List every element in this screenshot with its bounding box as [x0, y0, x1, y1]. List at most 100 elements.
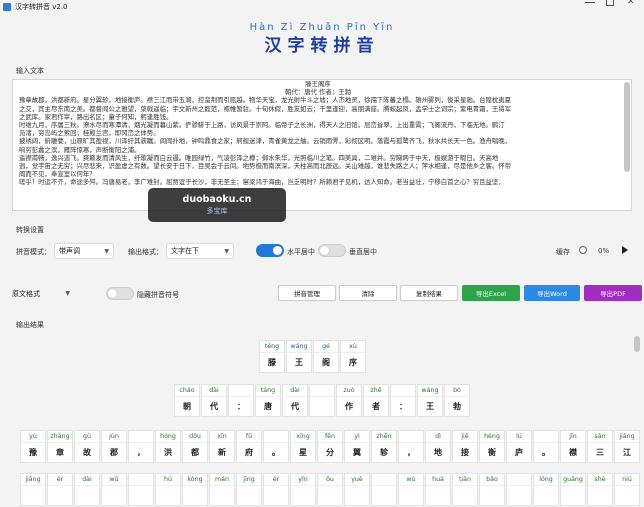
export-pdf-button[interactable]: 导出PDF: [584, 285, 642, 301]
minimize-button[interactable]: [585, 2, 595, 3]
pinyin-text: wǔ: [102, 474, 126, 486]
copy-result-button[interactable]: 复制结果: [400, 285, 458, 301]
hanzi-text: 江: [623, 448, 631, 457]
pinyin-text: shè: [588, 474, 612, 486]
output-row: téng 滕 wáng 王 gé 阁 xù 序: [259, 340, 367, 374]
pinyin-text: cháo: [175, 385, 199, 397]
pinyin-cell: ér: [47, 473, 73, 506]
pinyin-cell: jiāng 江: [614, 430, 640, 463]
pinyin-cell: wǔ: [101, 473, 127, 506]
pinyin-cell: jùn 郡: [101, 430, 127, 463]
hide-pinyin-toggle[interactable]: [106, 287, 134, 300]
pinyin-cell: guāng: [560, 473, 586, 506]
hanzi-text: 新: [218, 448, 226, 457]
pinyin-text: dài: [75, 474, 99, 486]
pinyin-cell: jīn 襟: [560, 430, 586, 463]
h-center-toggle[interactable]: [256, 244, 284, 257]
hanzi-text: 都: [191, 448, 199, 457]
export-word-button[interactable]: 导出Word: [524, 285, 580, 301]
pinyin-text: fēn: [318, 431, 342, 443]
settings-label: 转换设置: [16, 226, 44, 234]
pinyin-text: zuò: [337, 385, 361, 397]
maximize-button[interactable]: [606, 0, 614, 6]
progress-text: 0%: [598, 247, 610, 255]
source-format-select[interactable]: 原文格式 ▼: [8, 286, 74, 302]
hanzi-text: 襟: [569, 448, 577, 457]
pinyin-cell: lú 庐: [506, 430, 532, 463]
pinyin-cell: yǐn: [290, 473, 316, 506]
pinyin-cell: zhěn 轸: [371, 430, 397, 463]
pinyin-text: kòng: [183, 474, 207, 486]
pinyin-text: [310, 385, 334, 397]
hanzi-text: 故: [83, 448, 91, 457]
pinyin-text: mán: [210, 474, 234, 486]
pinyin-cell: gù 故: [74, 430, 100, 463]
pinyin-manage-button[interactable]: 拼音管理: [278, 285, 336, 301]
pinyin-cell: 。: [263, 430, 289, 463]
output-format-select[interactable]: 文字在下 ▼: [166, 243, 234, 259]
pinyin-text: lóng: [534, 474, 558, 486]
pinyin-text: táng: [256, 385, 280, 397]
pinyin-mode-select[interactable]: 带声调 ▼: [54, 243, 114, 259]
pinyin-cell: jīng: [236, 473, 262, 506]
pinyin-text: xīn: [210, 431, 234, 443]
pinyin-cell: lóng: [533, 473, 559, 506]
pinyin-cell: dì 地: [425, 430, 451, 463]
hanzi-text: 阁: [322, 358, 330, 367]
hanzi-text: 代: [291, 402, 299, 411]
play-icon[interactable]: [622, 246, 628, 254]
input-label: 输入文本: [16, 67, 44, 75]
pinyin-text: jīn: [561, 431, 585, 443]
input-scrollbar[interactable]: [624, 82, 630, 172]
pinyin-text: xīng: [291, 431, 315, 443]
pinyin-cell: xīn 新: [209, 430, 235, 463]
pinyin-text: hú: [156, 474, 180, 486]
export-excel-button[interactable]: 导出Excel: [462, 285, 520, 301]
pinyin-cell: zhě 者: [363, 384, 389, 417]
input-textarea[interactable]: 滕王阁序 朝代：唐代 作者：王勃 豫章故郡，洪都新府。星分翼轸，地接衡庐。襟三江而带…: [12, 79, 632, 211]
hanzi-text: 王: [426, 402, 434, 411]
pinyin-text: yuè: [345, 474, 369, 486]
output-format-value: 文字在下: [171, 247, 199, 255]
hanzi-text: 序: [349, 358, 357, 367]
pinyin-text: dài: [283, 385, 307, 397]
pinyin-cell: sān 三: [587, 430, 613, 463]
pinyin-text: dài: [202, 385, 226, 397]
input-text-line: 迥，觉宇宙之无穷；兴尽悲来，识盈虚之有数。望长安于日下，目吴会于云间。地势极而南…: [19, 162, 512, 171]
input-text-line: 响穷彭蠡之滨，雁阵惊寒，声断衡阳之浦。: [19, 145, 141, 154]
gear-icon[interactable]: [579, 246, 587, 254]
hanzi-text: 勃: [453, 402, 461, 411]
output-row: cháo 朝 dài 代 ： táng 唐 dài 代 zuò 作 zhě 者 ： wáng 王 bó 勃: [174, 384, 471, 418]
output-scrollbar[interactable]: [634, 336, 640, 352]
output-row: jiāng ér dài wǔ hú kòng mán jīng ér yǐn ōu yuè wù huá…: [20, 473, 641, 507]
hanzi-text: 作: [345, 402, 353, 411]
hanzi-text: 代: [210, 402, 218, 411]
window-title: 汉字转拼音 v2.0: [15, 3, 68, 11]
pinyin-text: [229, 385, 253, 397]
pinyin-text: wù: [399, 474, 423, 486]
pinyin-text: [534, 431, 558, 443]
hanzi-text: 王: [295, 358, 303, 367]
title-bar: 汉字转拼音 v2.0 ✕: [0, 0, 644, 14]
input-text-line: 之武库。家君作宰，路出名区；童子何知，躬逢胜饯。: [19, 112, 173, 121]
clear-button[interactable]: 清除: [339, 285, 397, 301]
pinyin-text: wáng: [287, 341, 311, 353]
pinyin-cell: [128, 473, 154, 506]
pinyin-text: bǎo: [480, 474, 504, 486]
pinyin-cell: fēn 分: [317, 430, 343, 463]
v-center-toggle[interactable]: [318, 244, 346, 257]
chevron-down-icon: ▼: [65, 290, 70, 297]
hanzi-text: ，: [407, 448, 415, 457]
pinyin-cell: ：: [390, 384, 416, 417]
pinyin-cell: dōu 都: [182, 430, 208, 463]
pinyin-text: tiān: [453, 474, 477, 486]
pinyin-text: hóng: [156, 431, 180, 443]
banner-title: 汉字转拼音: [264, 36, 380, 56]
pinyin-cell: héng 衡: [479, 430, 505, 463]
pinyin-text: yù: [21, 431, 45, 443]
source-format-value: 原文格式: [12, 290, 40, 298]
close-button[interactable]: ✕: [627, 0, 635, 7]
pinyin-cell: wù: [398, 473, 424, 506]
mode-label: 拼音模式：: [16, 248, 51, 256]
pinyin-text: niú: [615, 474, 639, 486]
